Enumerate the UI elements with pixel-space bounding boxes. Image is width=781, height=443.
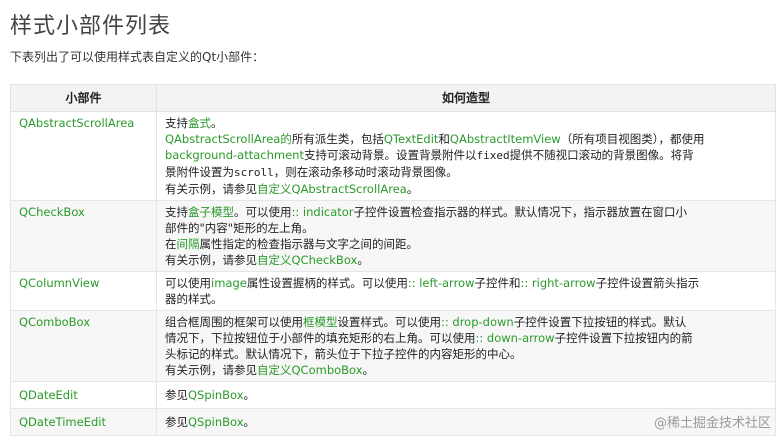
link[interactable]: 自定义QCheckBox <box>257 253 357 267</box>
styling-cell: 可以使用image属性设置握柄的样式。可以使用:: left-arrow子控件和… <box>156 271 776 311</box>
widgets-table: 小部件 如何造型 QAbstractScrollArea 支持盒式。 QAbst… <box>10 84 776 436</box>
table-row: QDateEdit 参见QSpinBox。 <box>10 381 776 409</box>
link[interactable]: QAbstractItemView <box>450 132 561 146</box>
styling-cell: 支持盒式。 QAbstractScrollArea的所有派生类，包括QTextE… <box>156 111 776 201</box>
intro-text: 下表列出了可以使用样式表自定义的Qt小部件： <box>10 50 265 64</box>
link[interactable]: QSpinBox <box>188 415 244 429</box>
styling-cell: 组合框周围的框架可以使用框模型设置样式。可以使用:: drop-down子控件设… <box>156 310 776 382</box>
link[interactable]: QSpinBox <box>188 388 244 402</box>
link[interactable]: image <box>211 276 247 290</box>
table-header-row: 小部件 如何造型 <box>10 84 776 112</box>
table-row: QComboBox 组合框周围的框架可以使用框模型设置样式。可以使用:: dro… <box>10 310 776 382</box>
widget-link[interactable]: QComboBox <box>19 315 90 329</box>
widget-link[interactable]: QColumnView <box>19 276 99 290</box>
link[interactable]: :: right-arrow <box>521 276 596 290</box>
styling-cell: 支持盒子模型。可以使用:: indicator子控件设置检查指示器的样式。默认情… <box>156 200 776 272</box>
header-widget: 小部件 <box>10 84 157 112</box>
link[interactable]: :: indicator <box>292 205 354 219</box>
table-row: QAbstractScrollArea 支持盒式。 QAbstractScrol… <box>10 111 776 201</box>
widget-link[interactable]: QCheckBox <box>19 205 85 219</box>
link[interactable]: QTextEdit <box>384 132 439 146</box>
link[interactable]: 盒式 <box>188 116 211 130</box>
widget-link[interactable]: QDateTimeEdit <box>19 415 106 429</box>
watermark: @稀土掘金技术社区 <box>654 412 771 431</box>
link[interactable]: 自定义QComboBox <box>257 363 363 377</box>
page-title: 样式小部件列表 <box>10 14 172 39</box>
link[interactable]: 框模型 <box>303 315 338 329</box>
link[interactable]: 盒子模型 <box>188 205 234 219</box>
widget-link[interactable]: QAbstractScrollArea <box>19 116 134 130</box>
table-row: QColumnView 可以使用image属性设置握柄的样式。可以使用:: le… <box>10 271 776 311</box>
link[interactable]: :: left-arrow <box>408 276 475 290</box>
link[interactable]: :: down-arrow <box>476 331 555 345</box>
link[interactable]: 间隔 <box>177 237 200 251</box>
header-styling: 如何造型 <box>156 84 776 112</box>
link[interactable]: 自定义QAbstractScrollArea <box>257 182 407 196</box>
table-row: QCheckBox 支持盒子模型。可以使用:: indicator子控件设置检查… <box>10 200 776 272</box>
watermark-text: @稀土掘金技术社区 <box>653 416 771 431</box>
link[interactable]: background-attachment <box>165 148 304 162</box>
widget-link[interactable]: QDateEdit <box>19 388 78 402</box>
link[interactable]: QAbstractScrollArea的 <box>165 132 292 146</box>
styling-cell: 参见QSpinBox。 <box>156 381 776 409</box>
link[interactable]: :: drop-down <box>441 315 514 329</box>
